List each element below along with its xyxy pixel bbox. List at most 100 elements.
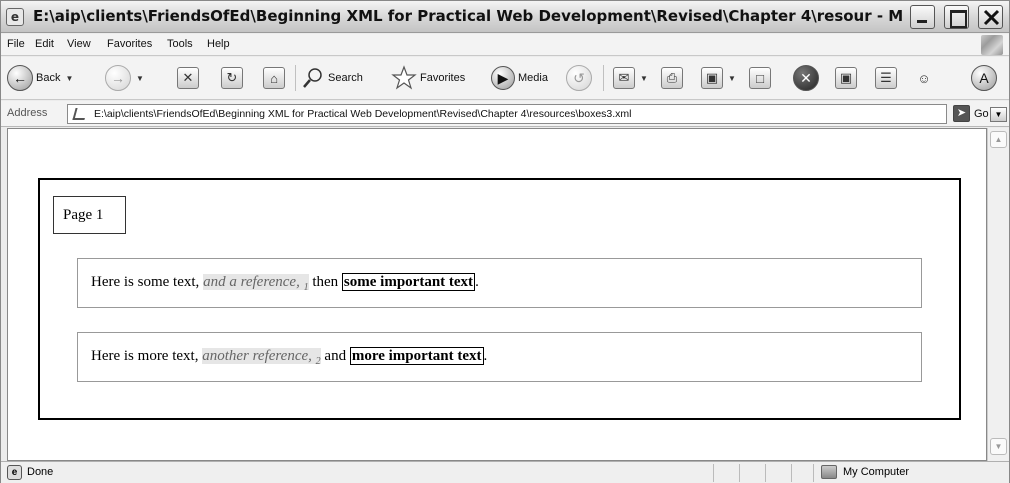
print-icon: ⎙ [661,67,683,89]
toolbar-divider [603,65,604,91]
chevron-down-icon[interactable]: ▼ [640,74,648,83]
menu-help[interactable]: Help [207,38,230,50]
acrobat-icon: A [971,65,997,91]
back-arrow-icon: ← [7,65,33,91]
messenger-icon: ☺ [917,70,931,86]
stop-icon: ✕ [177,67,199,89]
search-button[interactable]: Search [301,63,363,93]
menu-tools[interactable]: Tools [167,38,193,50]
home-button[interactable]: ⌂ [263,63,285,93]
edit-button[interactable]: ▣ ▼ [701,63,736,93]
reference-label: another reference, [202,348,316,364]
forward-arrow-icon: → [105,65,131,91]
status-pane-divider [813,464,814,482]
scroll-up-icon[interactable]: ▲ [990,131,1007,148]
browser-window: e E:\aip\clients\FriendsOfEd\Beginning X… [0,0,1010,483]
minimize-button[interactable] [910,5,935,29]
refresh-button[interactable]: ↻ [221,63,243,93]
document-button[interactable]: ▣ [835,63,857,93]
window-title: E:\aip\clients\FriendsOfEd\Beginning XML… [33,7,903,25]
important-text: some important text [341,273,476,291]
paragraph-box: Here is some text, and a reference, 1 th… [77,258,922,308]
page-icon: e [7,465,22,480]
toolbar-divider [295,65,296,91]
mail-button[interactable]: ✉ ▼ [613,63,648,93]
history-icon: ↺ [566,65,592,91]
menu-file[interactable]: File [7,38,25,50]
media-label: Media [518,72,548,84]
address-bar: Address E:\aip\clients\FriendsOfEd\Begin… [1,101,1009,127]
paragraph-box: Here is more text, another reference, 2 … [77,332,922,382]
page-content: Page 1 Here is some text, and a referenc… [7,128,987,461]
toolbar: ← Back ▼ → ▼ ✕ ↻ ⌂ Search Favorites ▶ Me… [1,57,1009,100]
research-button[interactable]: ☰ [875,63,897,93]
search-label: Search [328,72,363,84]
document-icon: ▣ [835,67,857,89]
page-label: Page 1 [53,196,126,234]
discuss-icon: □ [749,67,771,89]
scroll-down-icon[interactable]: ▼ [990,438,1007,455]
x-circle-icon: ✕ [793,65,819,91]
discuss-button[interactable]: □ [749,63,771,93]
print-button[interactable]: ⎙ [661,63,683,93]
paragraph-text: then [308,274,342,290]
paragraph-text: Here is some text, [91,274,204,290]
address-input[interactable]: E:\aip\clients\FriendsOfEd\Beginning XML… [67,104,1007,124]
favorites-button[interactable]: Favorites [391,63,465,93]
star-icon [391,65,417,90]
paragraph-text: Here is more text, [91,348,203,364]
status-pane-divider [713,464,714,482]
address-dropdown-icon[interactable]: ▼ [990,107,1007,122]
important-text: more important text [349,347,484,365]
computer-icon [821,465,837,479]
ie-logo-icon: e [6,8,24,26]
xml-file-icon [72,108,88,120]
status-text: Done [27,466,54,478]
edit-icon: ▣ [701,67,723,89]
status-bar: e Done My Computer [1,461,1009,483]
menu-favorites[interactable]: Favorites [107,38,152,50]
menu-view[interactable]: View [67,38,91,50]
forward-button[interactable]: → ▼ [105,63,144,93]
reference-text: another reference, 2 [202,348,321,367]
history-button[interactable]: ↺ [566,63,592,93]
media-button[interactable]: ▶ Media [491,63,548,93]
status-pane-divider [739,464,740,482]
mail-icon: ✉ [613,67,635,89]
messenger-button[interactable]: ☺ [913,63,935,93]
windows-flag-icon [981,35,1003,55]
back-label: Back [36,72,61,84]
reference-label: and a reference, [203,274,304,290]
maximize-button[interactable] [944,5,969,29]
go-label: Go [974,107,989,120]
chevron-down-icon[interactable]: ▼ [728,74,736,83]
media-icon: ▶ [491,66,515,90]
menu-bar: File Edit View Favorites Tools Help [1,34,1009,56]
home-icon: ⌂ [263,67,285,89]
refresh-icon: ↻ [221,67,243,89]
paragraph-text: and [320,348,350,364]
stop-button[interactable]: ✕ [177,63,199,93]
go-arrow-icon: ➤ [953,105,970,122]
search-icon [303,68,322,88]
security-zone: My Computer [843,466,910,478]
menu-edit[interactable]: Edit [35,38,54,50]
vertical-scrollbar[interactable]: ▲ ▼ [987,128,1009,461]
status-pane-divider [765,464,766,482]
back-button[interactable]: ← Back ▼ [7,63,73,93]
status-pane-divider [791,464,792,482]
paragraph-text: . [483,348,488,364]
title-bar: e E:\aip\clients\FriendsOfEd\Beginning X… [1,1,1009,33]
address-label: Address [7,107,48,119]
acrobat-button[interactable]: A [971,63,997,93]
stop-script-button[interactable]: ✕ [793,63,819,93]
close-icon [983,9,1000,26]
chevron-down-icon[interactable]: ▼ [65,74,73,83]
close-button[interactable] [978,5,1003,29]
go-button[interactable]: ➤ Go [953,105,989,122]
paragraph-text: . [475,274,479,290]
chevron-down-icon[interactable]: ▼ [136,74,144,83]
address-url[interactable]: E:\aip\clients\FriendsOfEd\Beginning XML… [94,108,632,120]
reference-text: and a reference, 1 [203,274,309,293]
research-icon: ☰ [875,67,897,89]
